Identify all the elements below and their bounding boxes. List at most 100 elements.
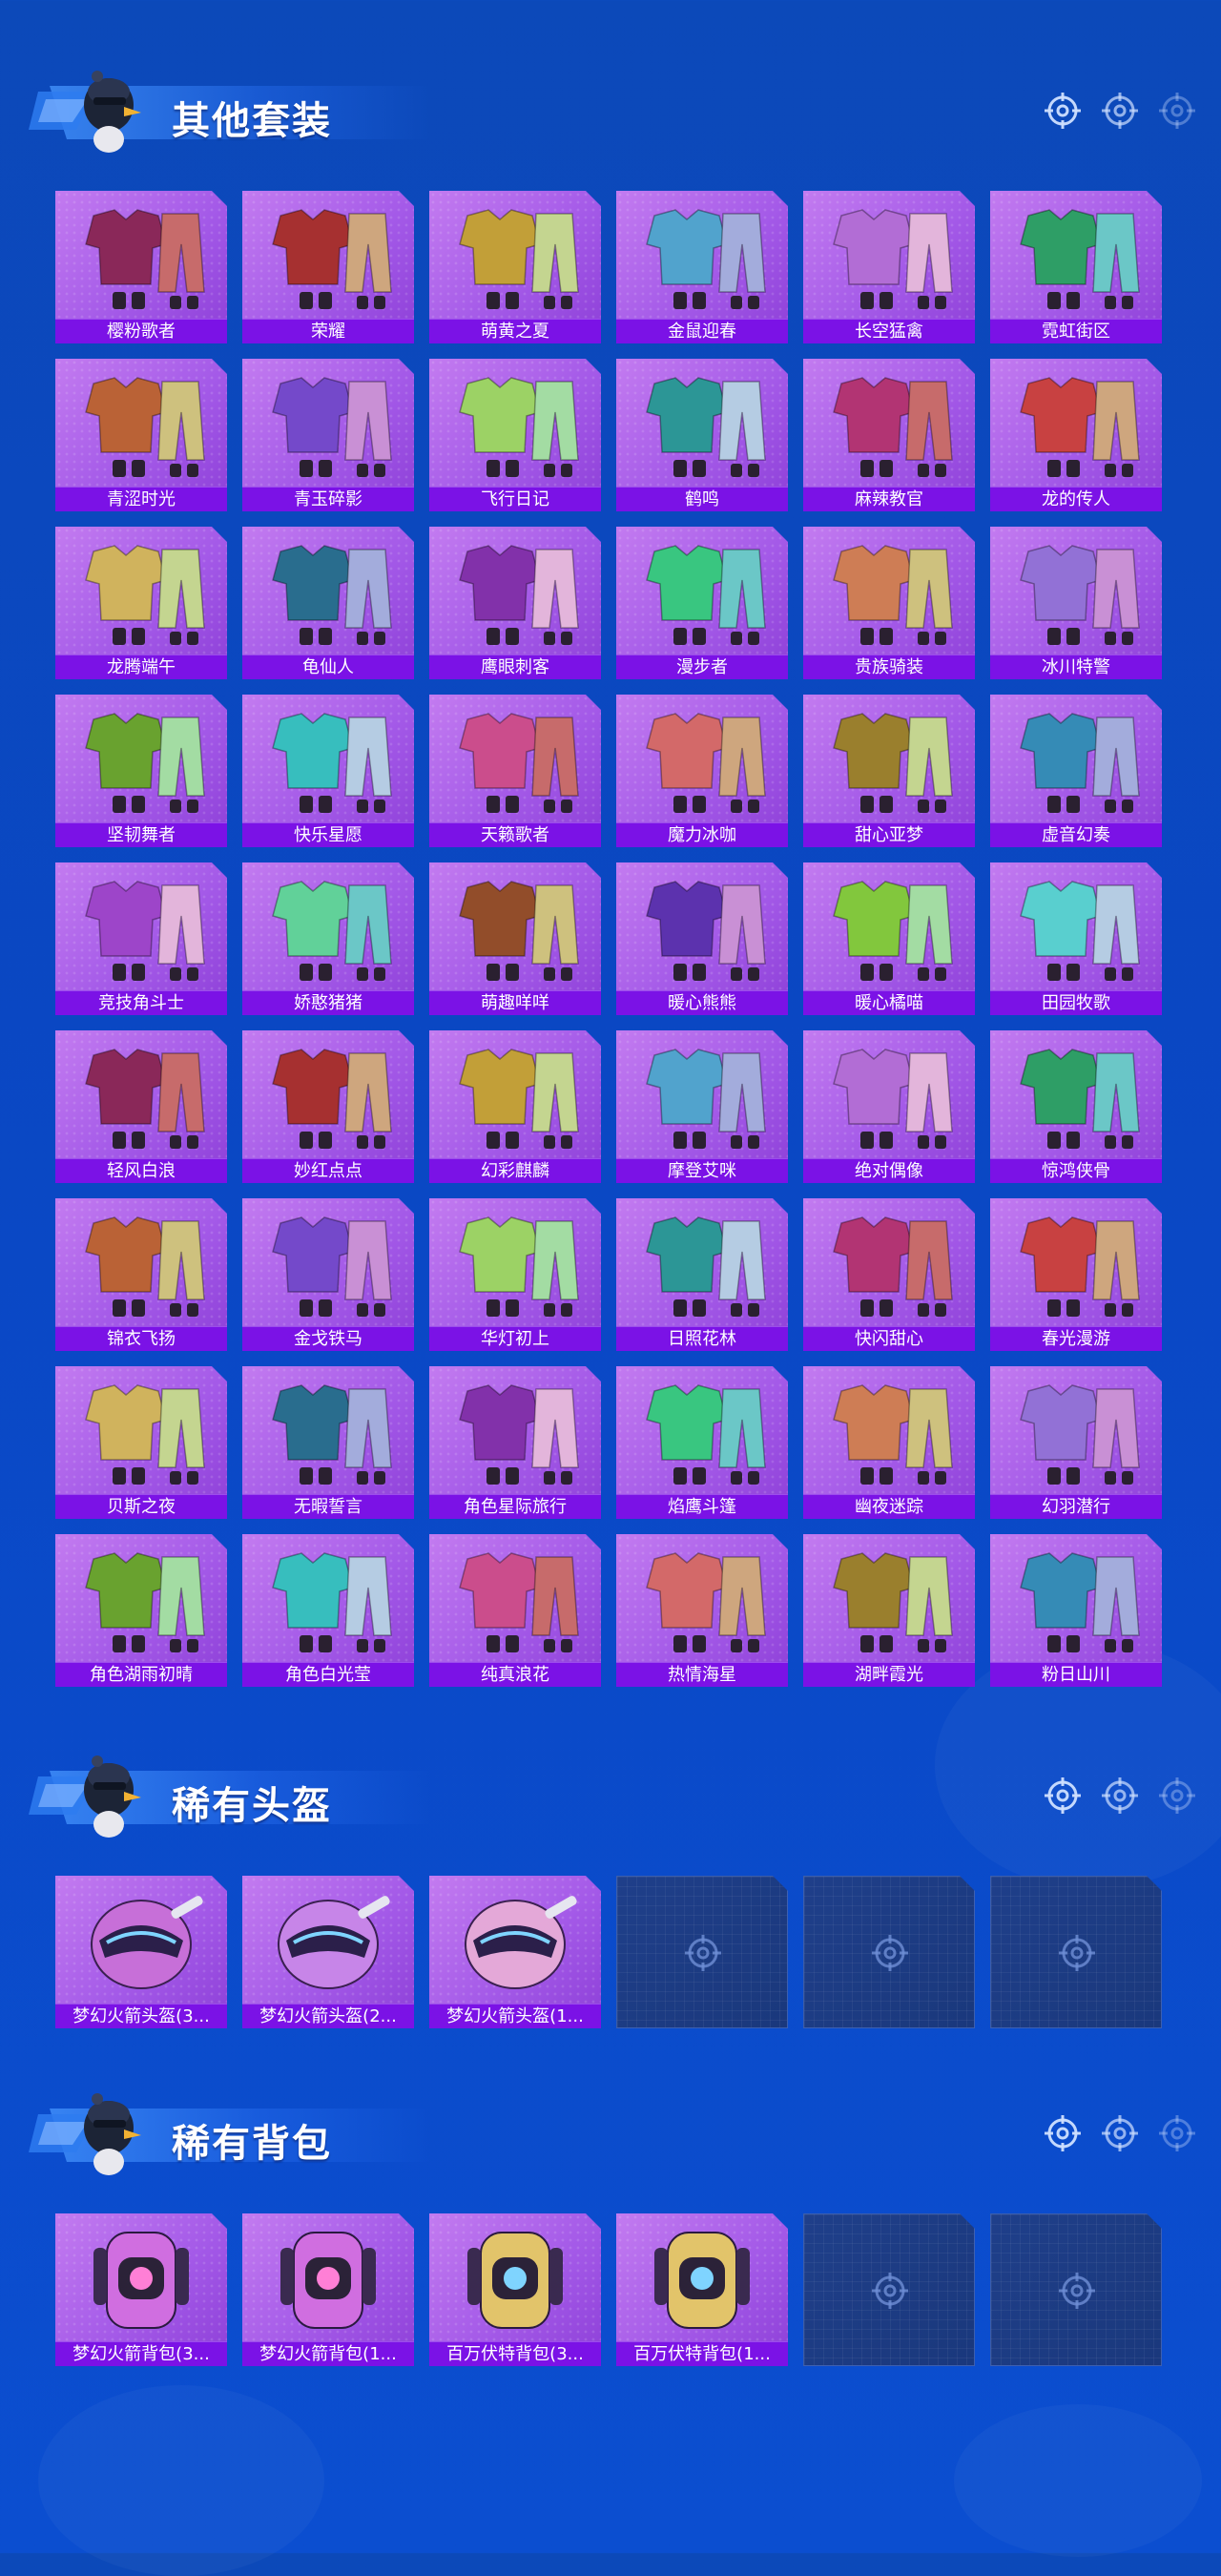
item-card[interactable]: 角色白光莹 — [242, 1534, 414, 1687]
crosshair-icon — [1156, 2112, 1198, 2154]
item-card[interactable]: 贵族骑装 — [803, 527, 975, 679]
item-card[interactable]: 角色星际旅行 — [429, 1366, 601, 1519]
item-card[interactable]: 金鼠迎春 — [616, 191, 788, 343]
item-label: 飞行日记 — [429, 487, 601, 511]
item-card[interactable]: 天籁歌者 — [429, 695, 601, 847]
outfit-image — [803, 1540, 975, 1658]
item-card[interactable]: 魔力冰咖 — [616, 695, 788, 847]
item-label: 角色白光莹 — [242, 1662, 414, 1687]
item-card[interactable]: 幻彩麒麟 — [429, 1030, 601, 1183]
item-card[interactable]: 摩登艾咪 — [616, 1030, 788, 1183]
item-card[interactable]: 梦幻火箭背包(1... — [242, 2213, 414, 2366]
item-label: 日照花林 — [616, 1326, 788, 1351]
item-card[interactable]: 梦幻火箭背包(3... — [55, 2213, 227, 2366]
item-label: 贵族骑装 — [803, 654, 975, 679]
item-card[interactable]: 龙的传人 — [990, 359, 1162, 511]
outfit-image — [803, 1372, 975, 1490]
item-card[interactable]: 幽夜迷踪 — [803, 1366, 975, 1519]
item-card[interactable]: 纯真浪花 — [429, 1534, 601, 1687]
item-card[interactable]: 虚音幻奏 — [990, 695, 1162, 847]
outfit-image — [242, 532, 414, 651]
item-label: 金戈铁马 — [242, 1326, 414, 1351]
item-card[interactable]: 金戈铁马 — [242, 1198, 414, 1351]
crosshair-icon — [1156, 90, 1198, 132]
item-card[interactable]: 粉日山川 — [990, 1534, 1162, 1687]
item-card[interactable]: 冰川特警 — [990, 527, 1162, 679]
item-card[interactable]: 暖心橘喵 — [803, 862, 975, 1015]
item-card[interactable]: 梦幻火箭头盔(3... — [55, 1876, 227, 2028]
item-card[interactable]: 青玉碎影 — [242, 359, 414, 511]
item-card[interactable]: 百万伏特背包(1... — [616, 2213, 788, 2366]
item-card[interactable]: 日照花林 — [616, 1198, 788, 1351]
item-card[interactable]: 青涩时光 — [55, 359, 227, 511]
item-card[interactable]: 轻风白浪 — [55, 1030, 227, 1183]
item-card[interactable]: 樱粉歌者 — [55, 191, 227, 343]
item-card[interactable]: 飞行日记 — [429, 359, 601, 511]
item-card[interactable]: 娇憨猪猪 — [242, 862, 414, 1015]
crosshair-icon — [1056, 1932, 1098, 1974]
outfit-image — [803, 868, 975, 987]
item-card[interactable]: 长空猛禽 — [803, 191, 975, 343]
item-card[interactable]: 快闪甜心 — [803, 1198, 975, 1351]
item-card[interactable]: 鹰眼刺客 — [429, 527, 601, 679]
item-card[interactable]: 湖畔霞光 — [803, 1534, 975, 1687]
item-card[interactable]: 田园牧歌 — [990, 862, 1162, 1015]
item-card[interactable]: 快乐星愿 — [242, 695, 414, 847]
crosshair-icon — [1042, 90, 1084, 132]
item-card[interactable]: 角色湖雨初晴 — [55, 1534, 227, 1687]
item-label: 梦幻火箭背包(1... — [242, 2341, 414, 2366]
item-card[interactable]: 锦衣飞扬 — [55, 1198, 227, 1351]
outfit-image — [616, 700, 788, 819]
item-label: 麻辣教官 — [803, 487, 975, 511]
item-label: 角色湖雨初晴 — [55, 1662, 227, 1687]
item-card[interactable]: 萌黄之夏 — [429, 191, 601, 343]
outfit-image — [990, 868, 1162, 987]
item-card[interactable]: 贝斯之夜 — [55, 1366, 227, 1519]
item-card[interactable]: 梦幻火箭头盔(1... — [429, 1876, 601, 2028]
item-card[interactable]: 百万伏特背包(3... — [429, 2213, 601, 2366]
item-card[interactable]: 妙红点点 — [242, 1030, 414, 1183]
item-card[interactable]: 梦幻火箭头盔(2... — [242, 1876, 414, 2028]
section-header: 稀有头盔 — [0, 1742, 1221, 1857]
item-card[interactable]: 华灯初上 — [429, 1198, 601, 1351]
item-card[interactable]: 幻羽潜行 — [990, 1366, 1162, 1519]
item-card[interactable]: 热情海星 — [616, 1534, 788, 1687]
item-card[interactable]: 无暇誓言 — [242, 1366, 414, 1519]
outfit-image — [429, 532, 601, 651]
item-card[interactable]: 荣耀 — [242, 191, 414, 343]
item-card[interactable]: 惊鸿侠骨 — [990, 1030, 1162, 1183]
empty-slot — [616, 1876, 788, 2028]
item-card[interactable]: 绝对偶像 — [803, 1030, 975, 1183]
outfit-image — [990, 532, 1162, 651]
outfit-image — [429, 1540, 601, 1658]
item-card[interactable]: 萌趣咩咩 — [429, 862, 601, 1015]
item-card[interactable]: 竞技角斗士 — [55, 862, 227, 1015]
item-card[interactable]: 龙腾端午 — [55, 527, 227, 679]
outfit-image — [990, 1540, 1162, 1658]
header-decoration — [1042, 90, 1204, 135]
outfit-image — [616, 197, 788, 315]
item-label: 鹰眼刺客 — [429, 654, 601, 679]
item-label: 快乐星愿 — [242, 822, 414, 847]
item-card[interactable]: 春光漫游 — [990, 1198, 1162, 1351]
item-card[interactable]: 麻辣教官 — [803, 359, 975, 511]
outfit-image — [803, 532, 975, 651]
outfit-image — [990, 700, 1162, 819]
item-card[interactable]: 焰鹰斗篷 — [616, 1366, 788, 1519]
item-card[interactable]: 鹤鸣 — [616, 359, 788, 511]
item-card[interactable]: 甜心亚梦 — [803, 695, 975, 847]
item-card[interactable]: 暖心熊熊 — [616, 862, 788, 1015]
item-card[interactable]: 龟仙人 — [242, 527, 414, 679]
outfit-image — [55, 700, 227, 819]
item-card[interactable]: 漫步者 — [616, 527, 788, 679]
outfit-image — [429, 364, 601, 483]
outfit-image — [242, 1540, 414, 1658]
item-label: 龙腾端午 — [55, 654, 227, 679]
helmet-image — [429, 1881, 601, 2000]
item-card[interactable]: 坚韧舞者 — [55, 695, 227, 847]
outfit-image — [803, 364, 975, 483]
item-grid: 梦幻火箭背包(3... 梦幻火箭背包(1... 百万伏特背包(3... 百万伏特… — [55, 2213, 1162, 2366]
item-label: 天籁歌者 — [429, 822, 601, 847]
item-card[interactable]: 霓虹街区 — [990, 191, 1162, 343]
item-label: 魔力冰咖 — [616, 822, 788, 847]
